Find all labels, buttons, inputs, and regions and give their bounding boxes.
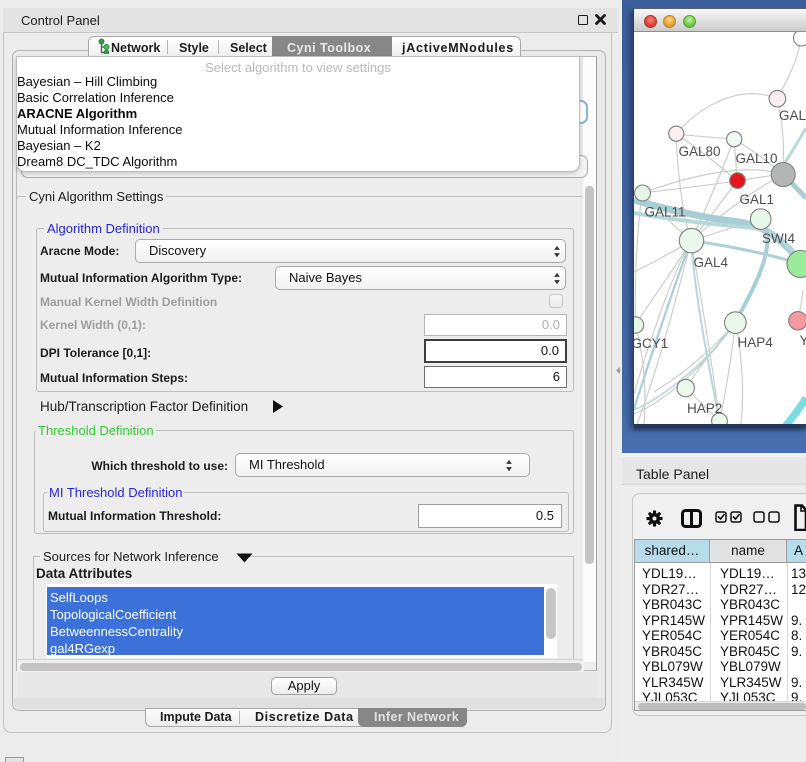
svg-text:GAL4: GAL4 <box>694 255 729 270</box>
svg-text:GAL80: GAL80 <box>679 144 721 159</box>
svg-text:HAP4: HAP4 <box>738 335 774 350</box>
svg-text:Y: Y <box>800 333 806 348</box>
svg-text:SWI4: SWI4 <box>762 231 795 246</box>
svg-text:GAL1: GAL1 <box>740 192 775 207</box>
svg-text:HAP2: HAP2 <box>687 401 722 416</box>
svg-text:GAL: GAL <box>779 108 806 123</box>
svg-text:GAL10: GAL10 <box>736 151 778 166</box>
svg-text:GAL11: GAL11 <box>645 205 686 220</box>
svg-text:GCY1: GCY1 <box>634 336 668 351</box>
